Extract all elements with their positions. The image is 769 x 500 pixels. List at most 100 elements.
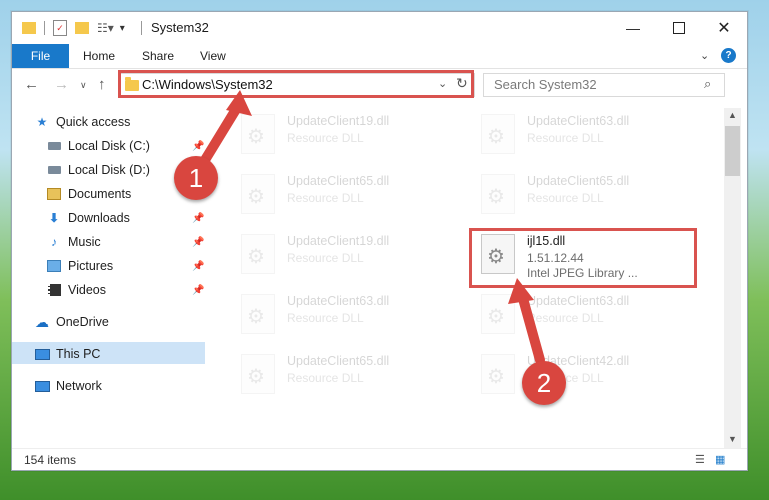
sidebar-item-network[interactable]: Network: [34, 375, 102, 397]
file-item[interactable]: UpdateClient63.dll Resource DLL: [463, 112, 683, 160]
sidebar-item-local-disk-d[interactable]: Local Disk (D:): [46, 159, 150, 181]
sidebar-item-label: Documents: [68, 187, 132, 201]
dll-file-icon: [481, 114, 515, 154]
computer-icon: [34, 347, 50, 361]
sidebar-item-downloads[interactable]: ⬇ Downloads: [46, 207, 130, 229]
sidebar-item-label: This PC: [56, 347, 101, 361]
documents-icon: [46, 187, 62, 201]
large-icons-view-icon[interactable]: ▦: [715, 453, 725, 466]
file-type: Resource DLL: [287, 131, 364, 145]
tab-file[interactable]: File: [12, 44, 69, 68]
sidebar-item-label: Local Disk (D:): [68, 163, 150, 177]
quick-access-toolbar: ✓ ☷▾ ▾: [22, 19, 125, 37]
pin-icon[interactable]: 📌: [192, 213, 204, 224]
download-icon: ⬇: [48, 211, 60, 225]
file-item[interactable]: UpdateClient19.dll Resource DLL: [223, 112, 443, 160]
file-name: UpdateClient19.dll: [287, 234, 390, 248]
folder-icon[interactable]: [22, 22, 36, 34]
tab-home[interactable]: Home: [83, 44, 115, 68]
search-box[interactable]: Search System32 ⌕: [483, 73, 725, 97]
star-icon: ★: [36, 115, 48, 129]
sidebar-item-label: Local Disk (C:): [68, 139, 150, 153]
pin-icon[interactable]: 📌: [192, 285, 204, 296]
file-name: UpdateClient65.dll: [287, 174, 390, 188]
sidebar-item-pictures[interactable]: Pictures: [46, 255, 113, 277]
title-bar: ✓ ☷▾ ▾ System32 — ✕: [12, 12, 747, 44]
dll-file-icon: [241, 294, 275, 334]
view-options-icon[interactable]: ☷▾: [97, 21, 114, 35]
minimize-button[interactable]: —: [610, 12, 656, 44]
close-icon: ✕: [717, 20, 731, 37]
sidebar-item-quick-access[interactable]: ★ Quick access: [34, 111, 131, 133]
customize-chevron-icon[interactable]: ▾: [120, 23, 125, 34]
sidebar-item-label: Videos: [68, 283, 106, 297]
close-button[interactable]: ✕: [701, 12, 747, 44]
pin-icon[interactable]: 📌: [192, 141, 204, 152]
vertical-scrollbar[interactable]: ▲ ▼: [724, 108, 741, 448]
minimize-icon: —: [626, 20, 640, 36]
file-name: UpdateClient63.dll: [527, 114, 630, 128]
sidebar-item-label: OneDrive: [56, 315, 109, 329]
help-icon[interactable]: ?: [721, 48, 736, 63]
scrollbar-thumb[interactable]: [725, 126, 740, 176]
step-badge-1: 1: [174, 156, 218, 200]
pin-icon[interactable]: 📌: [192, 237, 204, 248]
network-icon: [34, 379, 50, 393]
file-type: Resource DLL: [527, 131, 604, 145]
up-arrow-icon[interactable]: ↑: [98, 76, 106, 93]
item-count: 154 items: [24, 453, 77, 467]
sidebar-item-local-disk-c[interactable]: Local Disk (C:): [46, 135, 150, 157]
title-separator: [141, 21, 142, 35]
maximize-button[interactable]: [656, 12, 702, 44]
sidebar-item-videos[interactable]: Videos: [46, 279, 106, 301]
file-item[interactable]: UpdateClient65.dll Resource DLL: [223, 172, 443, 220]
dll-file-icon: [241, 114, 275, 154]
new-folder-icon[interactable]: [75, 22, 89, 34]
cloud-icon: ☁: [35, 314, 49, 330]
window-title: System32: [151, 20, 209, 35]
ribbon-tabs: File Home Share View ⌄ ?: [12, 44, 747, 69]
drive-icon: [46, 139, 62, 153]
sidebar-item-onedrive[interactable]: ☁ OneDrive: [34, 311, 109, 333]
separator: [44, 21, 45, 35]
forward-arrow-icon[interactable]: →: [54, 76, 69, 93]
scroll-down-icon[interactable]: ▼: [728, 434, 737, 444]
file-highlight-box: [469, 228, 697, 288]
expand-ribbon-icon[interactable]: ⌄: [700, 49, 709, 62]
maximize-icon: [673, 22, 685, 34]
file-type: Resource DLL: [287, 191, 364, 205]
dll-file-icon: [241, 354, 275, 394]
file-item[interactable]: UpdateClient63.dll Resource DLL: [463, 292, 683, 340]
recent-locations-chevron-icon[interactable]: ∨: [80, 80, 87, 91]
file-item[interactable]: UpdateClient65.dll Resource DLL: [223, 352, 443, 400]
search-icon[interactable]: ⌕: [704, 76, 711, 92]
navigation-pane: ★ Quick access Local Disk (C:) 📌 Local D…: [12, 108, 207, 448]
search-placeholder: Search System32: [494, 77, 597, 92]
tab-share[interactable]: Share: [142, 44, 174, 68]
sidebar-item-documents[interactable]: Documents: [46, 183, 131, 205]
sidebar-item-label: Pictures: [68, 259, 114, 273]
step-badge-2: 2: [522, 361, 566, 405]
details-view-icon[interactable]: ☰: [695, 453, 705, 466]
back-arrow-icon[interactable]: ←: [24, 76, 39, 93]
file-name: UpdateClient65.dll: [527, 174, 630, 188]
address-highlight-box: [118, 70, 474, 98]
scroll-up-icon[interactable]: ▲: [728, 110, 737, 120]
dll-file-icon: [241, 174, 275, 214]
pin-icon[interactable]: 📌: [192, 261, 204, 272]
sidebar-item-label: Quick access: [56, 115, 131, 129]
file-name: UpdateClient63.dll: [287, 294, 390, 308]
file-type: Resource DLL: [527, 191, 604, 205]
properties-icon[interactable]: ✓: [53, 20, 67, 36]
sidebar-item-label: Music: [68, 235, 101, 249]
file-item[interactable]: UpdateClient63.dll Resource DLL: [223, 292, 443, 340]
file-item[interactable]: UpdateClient19.dll Resource DLL: [223, 232, 443, 280]
tab-view[interactable]: View: [200, 44, 226, 68]
music-icon: ♪: [51, 235, 57, 249]
sidebar-item-music[interactable]: ♪ Music: [46, 231, 101, 253]
file-item[interactable]: UpdateClient42.dll Resource DLL: [463, 352, 683, 400]
pictures-icon: [46, 259, 62, 273]
sidebar-item-label: Network: [56, 379, 102, 393]
file-item[interactable]: UpdateClient65.dll Resource DLL: [463, 172, 683, 220]
sidebar-item-this-pc[interactable]: This PC: [34, 343, 100, 365]
